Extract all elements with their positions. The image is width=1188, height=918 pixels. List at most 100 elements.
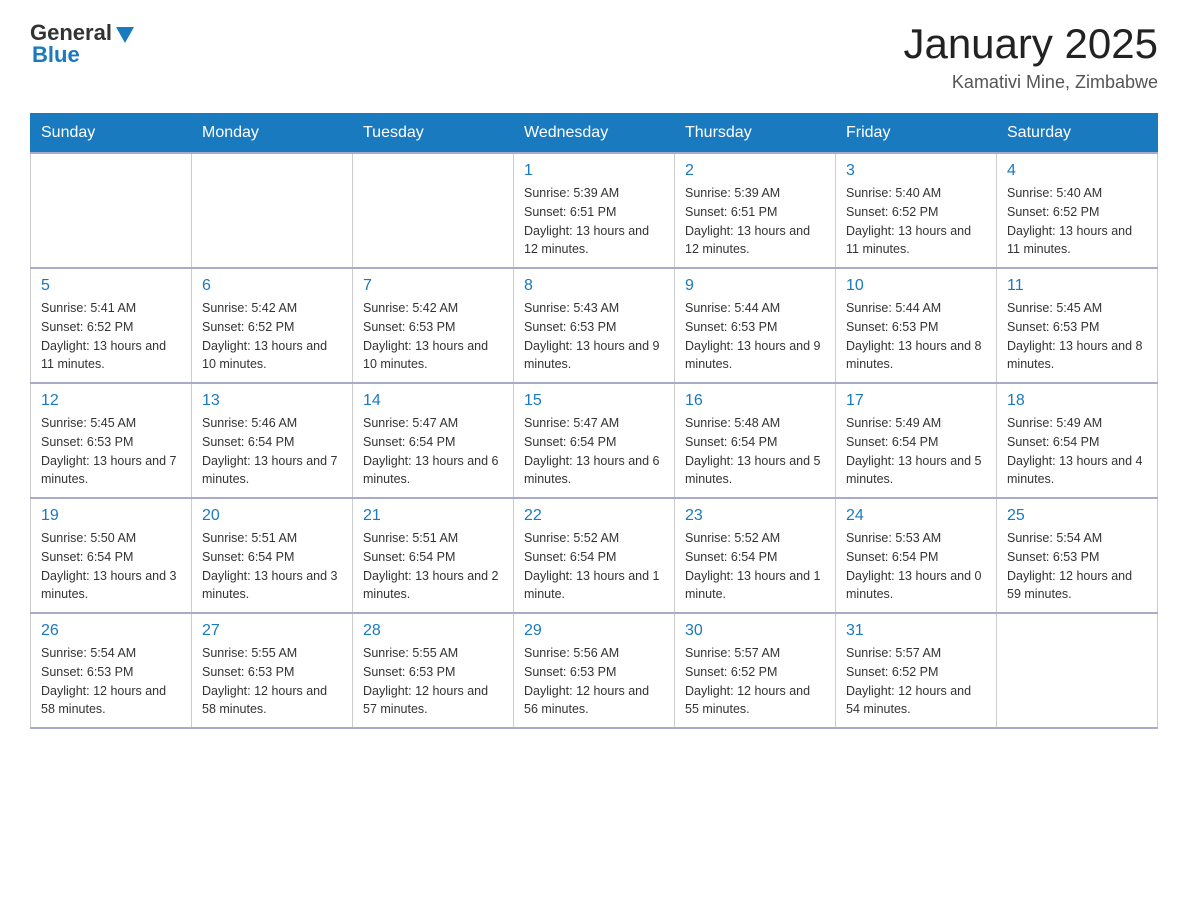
- day-info: Sunrise: 5:40 AM Sunset: 6:52 PM Dayligh…: [846, 184, 986, 259]
- calendar-cell: 19Sunrise: 5:50 AM Sunset: 6:54 PM Dayli…: [31, 498, 192, 613]
- day-number: 30: [685, 622, 825, 640]
- day-number: 2: [685, 162, 825, 180]
- calendar-cell: 6Sunrise: 5:42 AM Sunset: 6:52 PM Daylig…: [192, 268, 353, 383]
- calendar-cell: 13 Sunrise: 5:46 AM Sunset: 6:54 PM Dayli…: [192, 383, 353, 498]
- day-number: 5: [41, 277, 181, 295]
- logo: General Blue: [30, 20, 136, 68]
- calendar-cell: 22 Sunrise: 5:52 AM Sunset: 6:54 PM Dayli…: [514, 498, 675, 613]
- day-number: 13: [202, 392, 342, 410]
- day-info: Sunrise: 5:53 AM Sunset: 6:54 PM Dayligh…: [846, 529, 986, 604]
- day-info: Sunrise: 5:43 AM Sunset: 6:53 PM Dayligh…: [524, 299, 664, 374]
- day-number: 23: [685, 507, 825, 525]
- day-number: 16: [685, 392, 825, 410]
- day-number: 12: [41, 392, 181, 410]
- day-info: Sunrise: 5:52 AM Sunset: 6:54 PM Dayligh…: [685, 529, 825, 604]
- calendar-cell: 26 Sunrise: 5:54 AM Sunset: 6:53 PM Dayli…: [31, 613, 192, 728]
- day-number: 20: [202, 507, 342, 525]
- day-number: 26: [41, 622, 181, 640]
- page-subtitle: Kamativi Mine, Zimbabwe: [903, 72, 1158, 93]
- calendar-cell: 20 Sunrise: 5:51 AM Sunset: 6:54 PM Dayli…: [192, 498, 353, 613]
- day-info: Sunrise: 5:41 AM Sunset: 6:52 PM Dayligh…: [41, 299, 181, 374]
- day-info: Sunrise: 5:57 AM Sunset: 6:52 PM Dayligh…: [846, 644, 986, 719]
- calendar-cell: 9 Sunrise: 5:44 AM Sunset: 6:53 PM Daylig…: [675, 268, 836, 383]
- calendar-cell: 16 Sunrise: 5:48 AM Sunset: 6:54 PM Dayli…: [675, 383, 836, 498]
- calendar-cell: 7 Sunrise: 5:42 AM Sunset: 6:53 PM Daylig…: [353, 268, 514, 383]
- column-header-friday: Friday: [836, 114, 997, 154]
- calendar-cell: 2 Sunrise: 5:39 AM Sunset: 6:51 PM Daylig…: [675, 153, 836, 268]
- calendar-cell: 11Sunrise: 5:45 AM Sunset: 6:53 PM Dayli…: [997, 268, 1158, 383]
- calendar-cell: 24 Sunrise: 5:53 AM Sunset: 6:54 PM Dayli…: [836, 498, 997, 613]
- logo-triangle-icon: [114, 23, 136, 45]
- day-number: 21: [363, 507, 503, 525]
- calendar-cell: [353, 153, 514, 268]
- calendar-week-4: 19Sunrise: 5:50 AM Sunset: 6:54 PM Dayli…: [31, 498, 1158, 613]
- day-info: Sunrise: 5:52 AM Sunset: 6:54 PM Dayligh…: [524, 529, 664, 604]
- column-header-sunday: Sunday: [31, 114, 192, 154]
- column-header-tuesday: Tuesday: [353, 114, 514, 154]
- day-number: 4: [1007, 162, 1147, 180]
- day-info: Sunrise: 5:51 AM Sunset: 6:54 PM Dayligh…: [363, 529, 503, 604]
- day-number: 3: [846, 162, 986, 180]
- calendar-cell: [997, 613, 1158, 728]
- column-header-monday: Monday: [192, 114, 353, 154]
- day-number: 31: [846, 622, 986, 640]
- column-header-saturday: Saturday: [997, 114, 1158, 154]
- calendar-week-2: 5 Sunrise: 5:41 AM Sunset: 6:52 PM Daylig…: [31, 268, 1158, 383]
- day-info: Sunrise: 5:51 AM Sunset: 6:54 PM Dayligh…: [202, 529, 342, 604]
- day-number: 9: [685, 277, 825, 295]
- calendar-header-row: SundayMondayTuesdayWednesdayThursdayFrid…: [31, 114, 1158, 154]
- calendar-cell: 3 Sunrise: 5:40 AM Sunset: 6:52 PM Daylig…: [836, 153, 997, 268]
- day-number: 24: [846, 507, 986, 525]
- calendar-cell: 15 Sunrise: 5:47 AM Sunset: 6:54 PM Dayli…: [514, 383, 675, 498]
- day-info: Sunrise: 5:39 AM Sunset: 6:51 PM Dayligh…: [685, 184, 825, 259]
- day-number: 6: [202, 277, 342, 295]
- calendar-cell: 17Sunrise: 5:49 AM Sunset: 6:54 PM Dayli…: [836, 383, 997, 498]
- day-info: Sunrise: 5:54 AM Sunset: 6:53 PM Dayligh…: [1007, 529, 1147, 604]
- calendar-cell: [192, 153, 353, 268]
- day-number: 11: [1007, 277, 1147, 295]
- calendar-cell: 8 Sunrise: 5:43 AM Sunset: 6:53 PM Daylig…: [514, 268, 675, 383]
- day-number: 22: [524, 507, 664, 525]
- day-info: Sunrise: 5:45 AM Sunset: 6:53 PM Dayligh…: [41, 414, 181, 489]
- calendar-cell: 27Sunrise: 5:55 AM Sunset: 6:53 PM Dayli…: [192, 613, 353, 728]
- day-info: Sunrise: 5:39 AM Sunset: 6:51 PM Dayligh…: [524, 184, 664, 259]
- day-number: 8: [524, 277, 664, 295]
- day-info: Sunrise: 5:54 AM Sunset: 6:53 PM Dayligh…: [41, 644, 181, 719]
- day-number: 25: [1007, 507, 1147, 525]
- calendar-cell: 31 Sunrise: 5:57 AM Sunset: 6:52 PM Dayli…: [836, 613, 997, 728]
- day-info: Sunrise: 5:46 AM Sunset: 6:54 PM Dayligh…: [202, 414, 342, 489]
- page-header: General Blue January 2025 Kamativi Mine,…: [30, 20, 1158, 93]
- day-info: Sunrise: 5:55 AM Sunset: 6:53 PM Dayligh…: [363, 644, 503, 719]
- day-number: 14: [363, 392, 503, 410]
- day-number: 15: [524, 392, 664, 410]
- calendar-table: SundayMondayTuesdayWednesdayThursdayFrid…: [30, 113, 1158, 729]
- calendar-cell: 1Sunrise: 5:39 AM Sunset: 6:51 PM Daylig…: [514, 153, 675, 268]
- title-section: January 2025 Kamativi Mine, Zimbabwe: [903, 20, 1158, 93]
- logo-blue-text: Blue: [32, 42, 80, 68]
- calendar-week-5: 26 Sunrise: 5:54 AM Sunset: 6:53 PM Dayli…: [31, 613, 1158, 728]
- calendar-cell: 4 Sunrise: 5:40 AM Sunset: 6:52 PM Daylig…: [997, 153, 1158, 268]
- calendar-cell: [31, 153, 192, 268]
- column-header-thursday: Thursday: [675, 114, 836, 154]
- day-info: Sunrise: 5:44 AM Sunset: 6:53 PM Dayligh…: [685, 299, 825, 374]
- calendar-cell: 28 Sunrise: 5:55 AM Sunset: 6:53 PM Dayli…: [353, 613, 514, 728]
- calendar-cell: 23 Sunrise: 5:52 AM Sunset: 6:54 PM Dayli…: [675, 498, 836, 613]
- calendar-cell: 30Sunrise: 5:57 AM Sunset: 6:52 PM Dayli…: [675, 613, 836, 728]
- day-number: 17: [846, 392, 986, 410]
- day-info: Sunrise: 5:49 AM Sunset: 6:54 PM Dayligh…: [1007, 414, 1147, 489]
- day-number: 18: [1007, 392, 1147, 410]
- day-number: 7: [363, 277, 503, 295]
- day-info: Sunrise: 5:55 AM Sunset: 6:53 PM Dayligh…: [202, 644, 342, 719]
- calendar-week-1: 1Sunrise: 5:39 AM Sunset: 6:51 PM Daylig…: [31, 153, 1158, 268]
- day-info: Sunrise: 5:48 AM Sunset: 6:54 PM Dayligh…: [685, 414, 825, 489]
- calendar-cell: 12 Sunrise: 5:45 AM Sunset: 6:53 PM Dayli…: [31, 383, 192, 498]
- day-info: Sunrise: 5:47 AM Sunset: 6:54 PM Dayligh…: [524, 414, 664, 489]
- calendar-cell: 21 Sunrise: 5:51 AM Sunset: 6:54 PM Dayli…: [353, 498, 514, 613]
- calendar-cell: 18 Sunrise: 5:49 AM Sunset: 6:54 PM Dayli…: [997, 383, 1158, 498]
- day-number: 19: [41, 507, 181, 525]
- day-number: 28: [363, 622, 503, 640]
- calendar-cell: 14Sunrise: 5:47 AM Sunset: 6:54 PM Dayli…: [353, 383, 514, 498]
- day-info: Sunrise: 5:42 AM Sunset: 6:53 PM Dayligh…: [363, 299, 503, 374]
- day-number: 29: [524, 622, 664, 640]
- day-info: Sunrise: 5:40 AM Sunset: 6:52 PM Dayligh…: [1007, 184, 1147, 259]
